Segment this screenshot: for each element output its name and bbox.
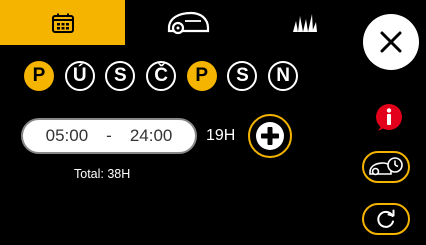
close-button[interactable] bbox=[363, 14, 419, 70]
calendar-icon bbox=[51, 13, 74, 33]
day-selector: P Ú S Č P S N bbox=[24, 61, 299, 91]
day-button-mon[interactable]: P bbox=[24, 61, 54, 91]
refresh-button[interactable] bbox=[362, 203, 410, 235]
mower-clock-icon bbox=[369, 157, 403, 176]
day-button-thu[interactable]: Č bbox=[146, 61, 177, 91]
add-time-slot-button[interactable] bbox=[248, 114, 292, 158]
tab-calendar[interactable] bbox=[0, 0, 125, 45]
mower-icon bbox=[167, 11, 209, 34]
close-icon bbox=[380, 31, 402, 53]
grass-icon bbox=[293, 13, 317, 32]
day-button-sun[interactable]: N bbox=[268, 61, 299, 91]
tab-mower[interactable] bbox=[125, 0, 250, 45]
info-alert-icon[interactable] bbox=[373, 103, 405, 135]
total-label: Total: 38H bbox=[74, 167, 131, 181]
day-button-wed[interactable]: S bbox=[105, 61, 136, 91]
day-button-fri[interactable]: P bbox=[186, 61, 217, 91]
time-range-field[interactable]: 05:00 - 24:00 bbox=[21, 118, 197, 154]
tab-grass[interactable] bbox=[250, 0, 360, 45]
start-time: 05:00 bbox=[45, 126, 89, 145]
day-button-sat[interactable]: S bbox=[227, 61, 258, 91]
mower-timer-button[interactable] bbox=[362, 151, 410, 183]
day-button-tue[interactable]: Ú bbox=[64, 61, 95, 91]
plus-icon bbox=[256, 122, 284, 150]
refresh-icon bbox=[377, 209, 395, 228]
duration-label: 19H bbox=[206, 127, 236, 144]
end-time: 24:00 bbox=[129, 126, 173, 145]
time-separator: - bbox=[106, 126, 112, 145]
